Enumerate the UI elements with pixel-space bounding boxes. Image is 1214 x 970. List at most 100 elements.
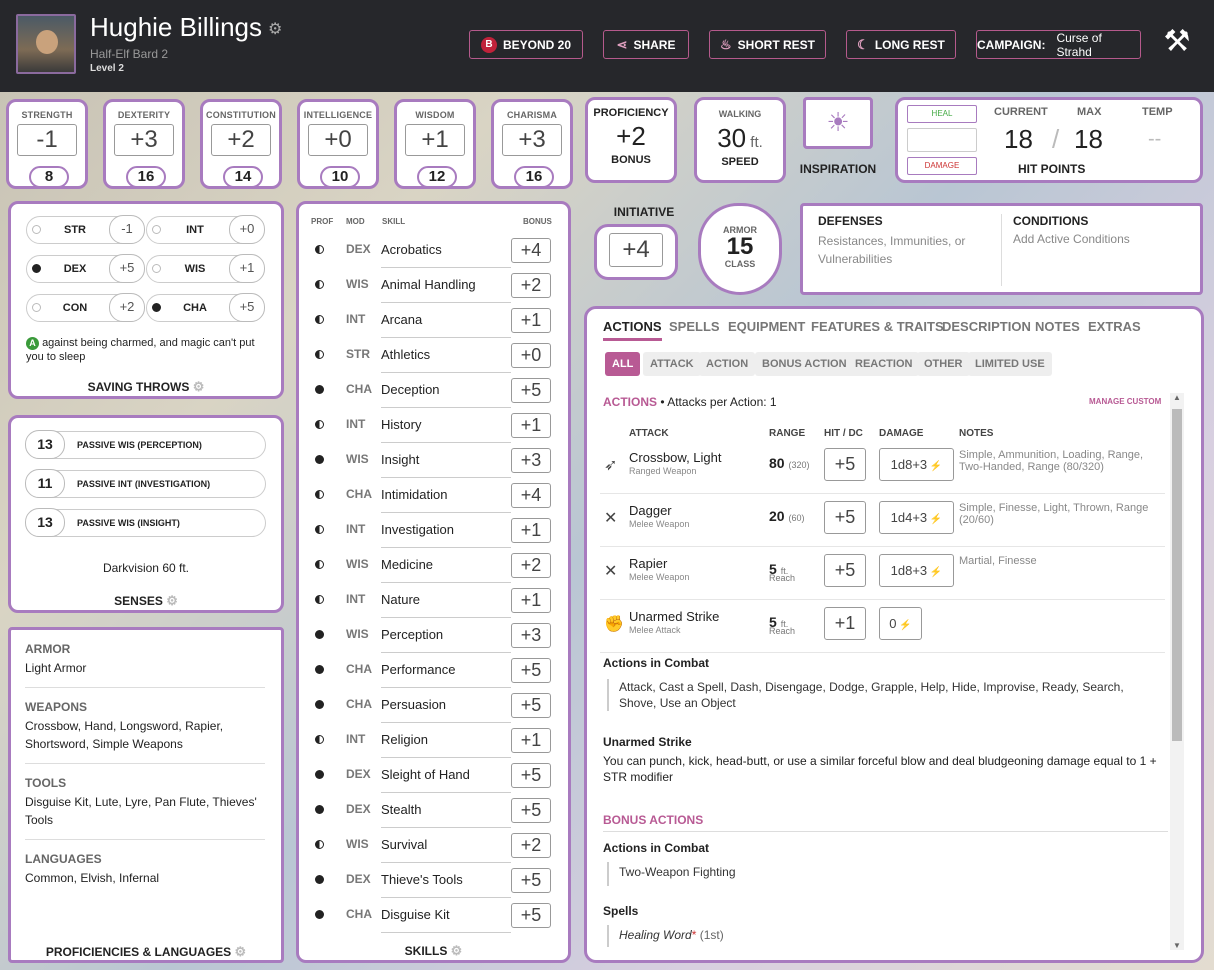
filter-attack[interactable]: ATTACK — [643, 352, 701, 376]
skill-row[interactable]: INT Religion +1 — [310, 723, 554, 758]
gear-icon[interactable]: ⚙ — [268, 21, 282, 38]
skill-bonus[interactable]: +0 — [511, 343, 551, 368]
skill-bonus[interactable]: +5 — [511, 798, 551, 823]
skill-bonus[interactable]: +2 — [511, 833, 551, 858]
long-rest-button[interactable]: ☾ LONG REST — [846, 30, 956, 59]
skill-bonus[interactable]: +3 — [511, 448, 551, 473]
gear-icon[interactable]: ⚙ — [166, 593, 178, 608]
filter-all[interactable]: ALL — [605, 352, 641, 376]
filter-action[interactable]: ACTION — [699, 352, 756, 376]
anvil-logo-icon[interactable]: ⚒ — [1156, 24, 1198, 60]
share-button[interactable]: ⋖ SHARE — [603, 30, 689, 59]
skill-row[interactable]: DEX Thieve's Tools +5 — [310, 863, 554, 898]
skill-row[interactable]: INT Investigation +1 — [310, 513, 554, 548]
skill-row[interactable]: INT History +1 — [310, 408, 554, 443]
bonus-combat-text[interactable]: Two-Weapon Fighting — [607, 862, 807, 886]
skill-bonus[interactable]: +5 — [511, 868, 551, 893]
skill-row[interactable]: WIS Insight +3 — [310, 443, 554, 478]
skill-bonus[interactable]: +5 — [511, 903, 551, 928]
filter-limited-use[interactable]: LIMITED USE — [968, 352, 1052, 376]
skill-bonus[interactable]: +3 — [511, 623, 551, 648]
tab-extras[interactable]: EXTRAS — [1088, 319, 1141, 334]
hp-change-input[interactable] — [907, 128, 977, 152]
skill-bonus[interactable]: +1 — [511, 728, 551, 753]
filter-other[interactable]: OTHER — [917, 352, 970, 376]
skill-bonus[interactable]: +4 — [511, 238, 551, 263]
ability-dexterity[interactable]: DEXTERITY +3 16 — [103, 99, 185, 189]
attack-damage-button[interactable]: 1d8+3 ⚡ — [879, 448, 954, 481]
skill-row[interactable]: DEX Stealth +5 — [310, 793, 554, 828]
short-rest-button[interactable]: ♨ SHORT REST — [709, 30, 826, 59]
save-str[interactable]: STR -1 — [26, 215, 145, 244]
skill-row[interactable]: CHA Deception +5 — [310, 373, 554, 408]
tab-actions[interactable]: ACTIONS — [603, 319, 662, 341]
skill-bonus[interactable]: +5 — [511, 763, 551, 788]
ability-charisma[interactable]: CHARISMA +3 16 — [491, 99, 573, 189]
skill-row[interactable]: WIS Medicine +2 — [310, 548, 554, 583]
skill-row[interactable]: WIS Survival +2 — [310, 828, 554, 863]
save-int[interactable]: INT +0 — [146, 215, 265, 244]
skill-row[interactable]: INT Nature +1 — [310, 583, 554, 618]
skill-bonus[interactable]: +5 — [511, 658, 551, 683]
scrollbar-thumb[interactable] — [1172, 409, 1182, 741]
skill-row[interactable]: WIS Perception +3 — [310, 618, 554, 653]
save-con[interactable]: CON +2 — [26, 293, 145, 322]
attack-hit-button[interactable]: +5 — [824, 554, 866, 587]
tab-spells[interactable]: SPELLS — [669, 319, 720, 334]
spell-healing-word[interactable]: Healing Word* (1st) — [607, 925, 807, 947]
inspiration-toggle[interactable]: ☀ — [803, 97, 873, 149]
heal-button[interactable]: HEAL — [907, 105, 977, 123]
attack-row[interactable]: ✊ Unarmed Strike Melee Attack 5 ft. Reach +1 0… — [600, 600, 1165, 653]
save-dex[interactable]: DEX +5 — [26, 254, 145, 283]
tab-features-traits[interactable]: FEATURES & TRAITS — [811, 319, 944, 334]
ability-wisdom[interactable]: WISDOM +1 12 — [394, 99, 476, 189]
gear-icon[interactable]: ⚙ — [451, 943, 463, 958]
scroll-down-icon[interactable]: ▼ — [1170, 941, 1184, 950]
ability-constitution[interactable]: CONSTITUTION +2 14 — [200, 99, 282, 189]
skill-row[interactable]: CHA Persuasion +5 — [310, 688, 554, 723]
skill-bonus[interactable]: +1 — [511, 308, 551, 333]
attack-hit-button[interactable]: +1 — [824, 607, 866, 640]
attack-hit-button[interactable]: +5 — [824, 448, 866, 481]
skill-row[interactable]: DEX Sleight of Hand +5 — [310, 758, 554, 793]
skill-row[interactable]: INT Arcana +1 — [310, 303, 554, 338]
actions-scrollbar[interactable]: ▲ ▼ — [1170, 393, 1184, 950]
attack-row[interactable]: ✕ Dagger Melee Weapon 20 (60) +5 1d4+3 ⚡ Simpl… — [600, 494, 1165, 547]
skill-row[interactable]: STR Athletics +0 — [310, 338, 554, 373]
save-wis[interactable]: WIS +1 — [146, 254, 265, 283]
defenses-conditions-box[interactable]: DEFENSES Resistances, Immunities, or Vul… — [800, 203, 1203, 295]
skill-bonus[interactable]: +4 — [511, 483, 551, 508]
ability-intelligence[interactable]: INTELLIGENCE +0 10 — [297, 99, 379, 189]
tab-equipment[interactable]: EQUIPMENT — [728, 319, 805, 334]
filter-reaction[interactable]: REACTION — [848, 352, 920, 376]
character-avatar[interactable] — [16, 14, 76, 74]
gear-icon[interactable]: ⚙ — [193, 379, 205, 394]
initiative-box[interactable]: +4 — [594, 224, 678, 280]
skill-bonus[interactable]: +5 — [511, 693, 551, 718]
skill-bonus[interactable]: +1 — [511, 518, 551, 543]
skill-bonus[interactable]: +2 — [511, 273, 551, 298]
skill-bonus[interactable]: +1 — [511, 413, 551, 438]
tab-notes[interactable]: NOTES — [1035, 319, 1080, 334]
ability-strength[interactable]: STRENGTH -1 8 — [6, 99, 88, 189]
campaign-button[interactable]: CAMPAIGN: Curse of Strahd — [976, 30, 1141, 59]
skill-row[interactable]: CHA Performance +5 — [310, 653, 554, 688]
attack-damage-button[interactable]: 1d4+3 ⚡ — [879, 501, 954, 534]
damage-button[interactable]: DAMAGE — [907, 157, 977, 175]
scroll-up-icon[interactable]: ▲ — [1170, 393, 1184, 402]
attack-damage-button[interactable]: 0 ⚡ — [879, 607, 922, 640]
temp-hp[interactable]: -- — [1148, 128, 1161, 151]
current-hp[interactable]: 18 — [1004, 124, 1033, 155]
skill-row[interactable]: CHA Intimidation +4 — [310, 478, 554, 513]
manage-custom-link[interactable]: MANAGE CUSTOM — [1089, 397, 1161, 406]
skill-row[interactable]: WIS Animal Handling +2 — [310, 268, 554, 303]
beyond20-button[interactable]: B BEYOND 20 — [469, 30, 583, 59]
attack-damage-button[interactable]: 1d8+3 ⚡ — [879, 554, 954, 587]
attack-row[interactable]: ➶ Crossbow, Light Ranged Weapon 80 (320) +5 1… — [600, 441, 1165, 494]
filter-bonus-action[interactable]: BONUS ACTION — [755, 352, 854, 376]
skill-bonus[interactable]: +2 — [511, 553, 551, 578]
save-cha[interactable]: CHA +5 — [146, 293, 265, 322]
skill-row[interactable]: DEX Acrobatics +4 — [310, 233, 554, 268]
skill-bonus[interactable]: +5 — [511, 378, 551, 403]
attack-row[interactable]: ✕ Rapier Melee Weapon 5 ft. Reach +5 1d8+3 ⚡ Ma… — [600, 547, 1165, 600]
